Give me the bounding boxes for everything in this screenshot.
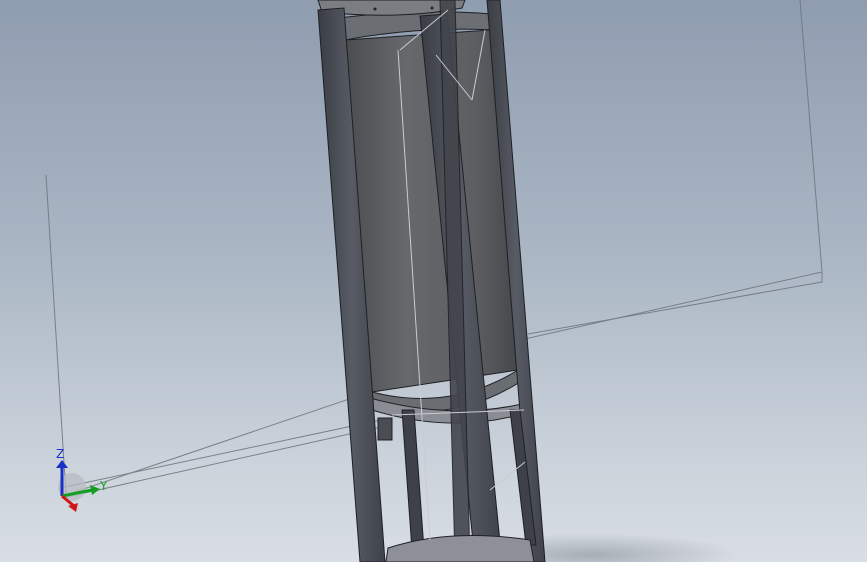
z-axis-label: Z [56,447,64,461]
flange-bolt [373,7,377,11]
leg-lower-left [401,409,425,551]
stub-bracket [377,417,393,441]
graphics-viewport[interactable]: Z Y [0,0,867,562]
axis-triad[interactable]: Z Y [56,447,108,512]
right-plane-edge [527,272,823,335]
top-plane-edge-2 [61,424,391,499]
y-axis-arrow [90,485,100,495]
y-axis-label: Y [99,479,108,493]
top-plane-edge [59,417,391,489]
base-plate [385,535,535,562]
z-axis-arrow [56,460,68,468]
flange-bolt [430,6,434,10]
model-scene[interactable]: Z Y [0,0,867,562]
